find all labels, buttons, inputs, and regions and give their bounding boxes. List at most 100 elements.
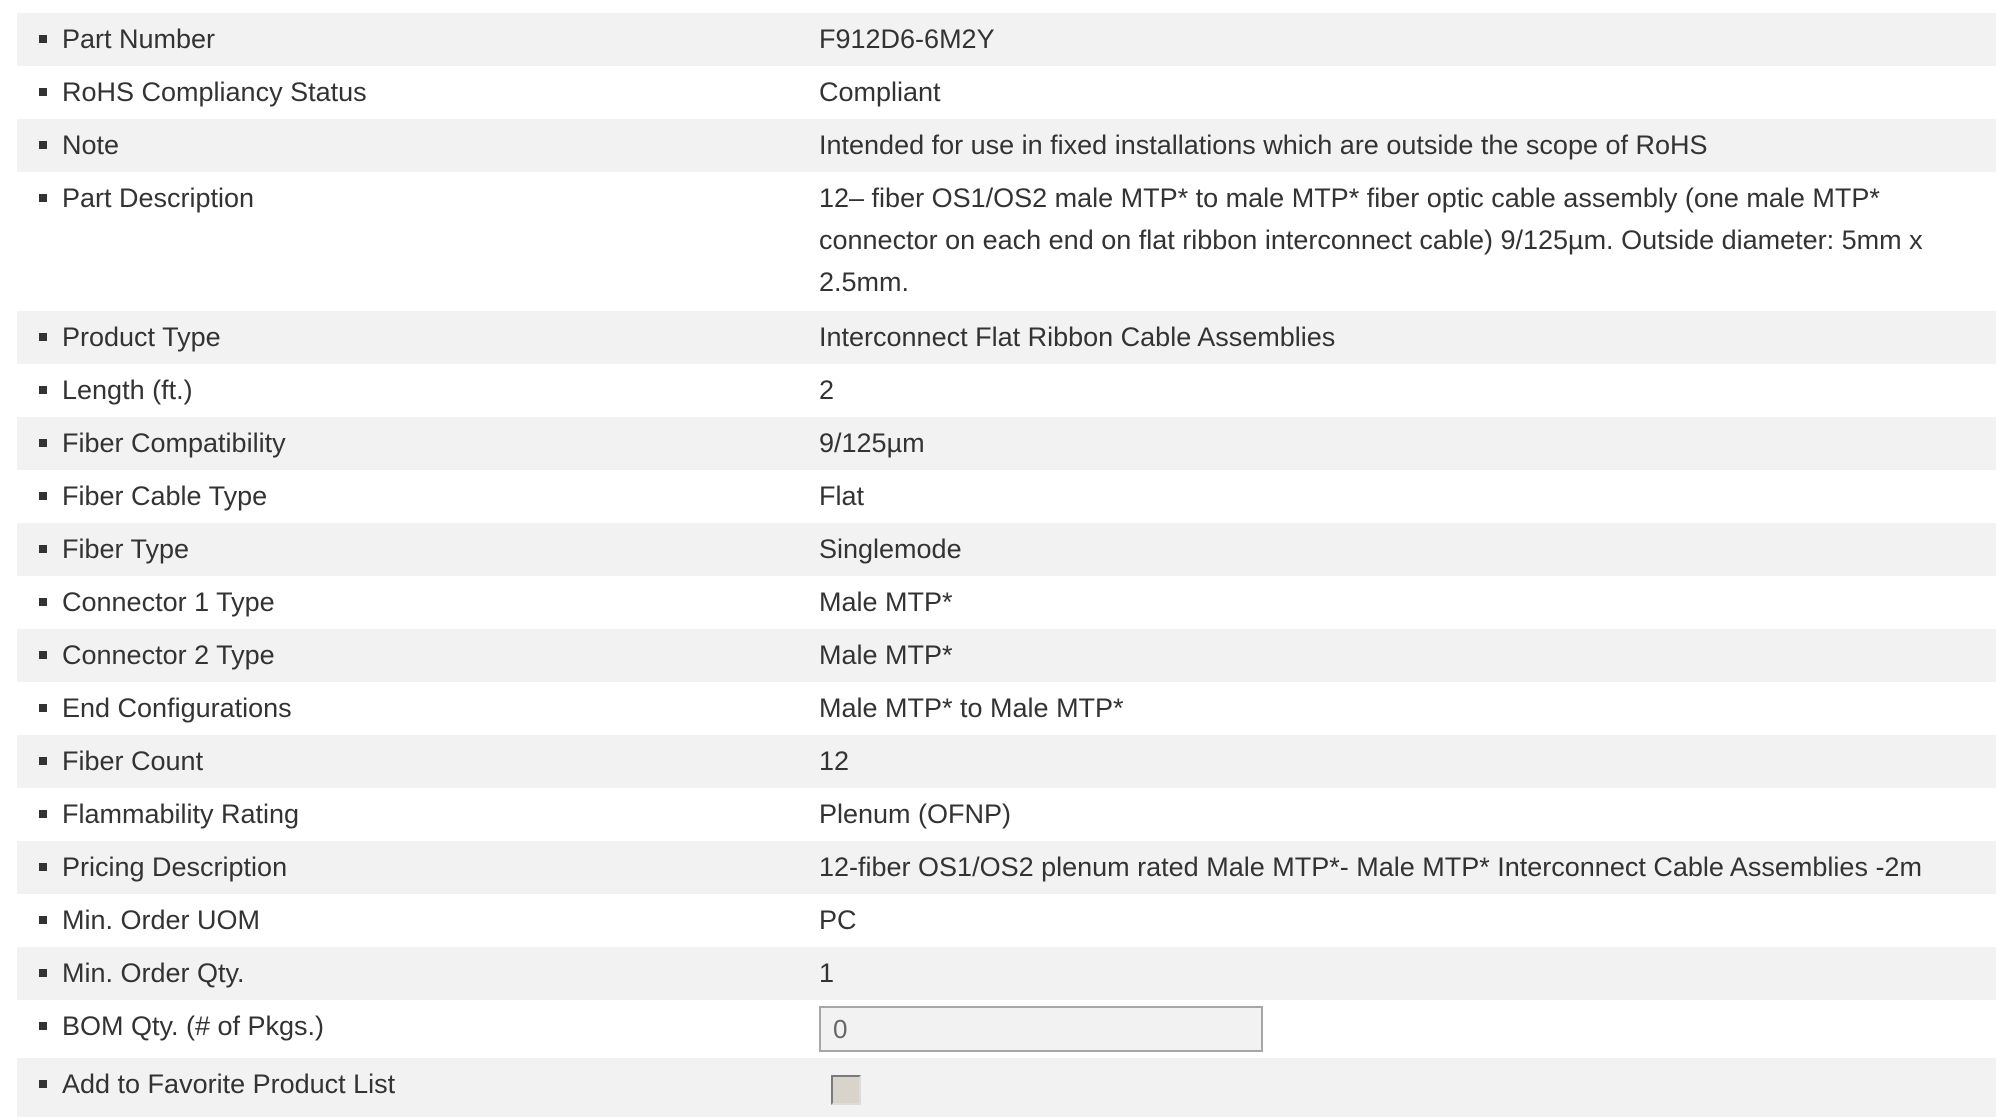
spec-label-cell: End Configurations <box>17 682 819 729</box>
spec-row-part-number: Part Number F912D6-6M2Y <box>17 13 1996 66</box>
bullet-icon <box>39 1080 47 1088</box>
bullet-icon <box>39 651 47 659</box>
spec-label: Add to Favorite Product List <box>62 1069 396 1099</box>
spec-row-pricing-description: Pricing Description 12-fiber OS1/OS2 ple… <box>17 841 1996 894</box>
spec-value: Compliant <box>819 77 941 107</box>
spec-value: Flat <box>819 481 865 511</box>
description-line: 2.5mm. <box>819 267 910 297</box>
spec-row-rohs-status: RoHS Compliancy Status Compliant <box>17 66 1996 119</box>
spec-label: Min. Order Qty. <box>62 958 245 988</box>
bullet-icon <box>39 598 47 606</box>
bullet-icon <box>39 492 47 500</box>
spec-value: Intended for use in fixed installations … <box>819 130 1708 160</box>
bullet-icon <box>39 333 47 341</box>
product-spec-table: Part Number F912D6-6M2Y RoHS Compliancy … <box>17 13 1996 1117</box>
spec-value: Singlemode <box>819 534 962 564</box>
spec-label: Note <box>62 130 120 160</box>
spec-value: Plenum (OFNP) <box>819 799 1012 829</box>
bullet-icon <box>39 545 47 553</box>
spec-row-fiber-compatibility: Fiber Compatibility 9/125µm <box>17 417 1996 470</box>
spec-label: Fiber Compatibility <box>62 428 286 458</box>
bullet-icon <box>39 141 47 149</box>
bullet-icon <box>39 969 47 977</box>
bullet-icon <box>39 88 47 96</box>
spec-value: Male MTP* <box>819 640 953 670</box>
spec-row-end-configurations: End Configurations Male MTP* to Male MTP… <box>17 682 1996 735</box>
description-line: 12– fiber OS1/OS2 male MTP* to male MTP*… <box>819 183 1880 213</box>
spec-label-cell: BOM Qty. (# of Pkgs.) <box>17 1000 819 1047</box>
spec-row-connector-1-type: Connector 1 Type Male MTP* <box>17 576 1996 629</box>
spec-label-cell: Part Number <box>17 13 819 60</box>
spec-row-fiber-type: Fiber Type Singlemode <box>17 523 1996 576</box>
spec-label-cell: Min. Order UOM <box>17 894 819 941</box>
spec-value: 12-fiber OS1/OS2 plenum rated Male MTP*-… <box>819 852 1922 882</box>
spec-label-cell: Min. Order Qty. <box>17 947 819 994</box>
bullet-icon <box>39 863 47 871</box>
spec-label-cell: Note <box>17 119 819 166</box>
add-favorite-checkbox[interactable] <box>831 1075 861 1105</box>
spec-label: Part Number <box>62 24 216 54</box>
spec-value: 2 <box>819 375 835 405</box>
bullet-icon <box>39 439 47 447</box>
spec-label: Flammability Rating <box>62 799 300 829</box>
spec-row-product-type: Product Type Interconnect Flat Ribbon Ca… <box>17 311 1996 364</box>
spec-row-part-description: Part Description 12– fiber OS1/OS2 male … <box>17 172 1996 311</box>
spec-value: PC <box>819 905 857 935</box>
spec-label-cell: Length (ft.) <box>17 364 819 411</box>
spec-value: Interconnect Flat Ribbon Cable Assemblie… <box>819 322 1336 352</box>
spec-label: Product Type <box>62 322 221 352</box>
spec-label-cell: Connector 1 Type <box>17 576 819 623</box>
spec-row-bom-qty: BOM Qty. (# of Pkgs.) <box>17 1000 1996 1058</box>
spec-label-cell: Connector 2 Type <box>17 629 819 676</box>
bullet-icon <box>39 704 47 712</box>
favorite-cell <box>819 1058 1996 1117</box>
spec-label-cell: Part Description <box>17 172 819 219</box>
bullet-icon <box>39 386 47 394</box>
spec-label-cell: Fiber Cable Type <box>17 470 819 517</box>
bullet-icon <box>39 757 47 765</box>
spec-label-cell: RoHS Compliancy Status <box>17 66 819 113</box>
spec-label: Connector 2 Type <box>62 640 275 670</box>
spec-row-min-order-qty: Min. Order Qty. 1 <box>17 947 1996 1000</box>
spec-label: Pricing Description <box>62 852 288 882</box>
spec-label-cell: Flammability Rating <box>17 788 819 835</box>
spec-label-cell: Pricing Description <box>17 841 819 888</box>
spec-label: BOM Qty. (# of Pkgs.) <box>62 1011 325 1041</box>
description-line: connector on each end on flat ribbon int… <box>819 225 1923 255</box>
spec-label: Fiber Count <box>62 746 204 776</box>
spec-row-length: Length (ft.) 2 <box>17 364 1996 417</box>
spec-row-connector-2-type: Connector 2 Type Male MTP* <box>17 629 1996 682</box>
spec-label: Connector 1 Type <box>62 587 275 617</box>
spec-value-multiline: 12– fiber OS1/OS2 male MTP* to male MTP*… <box>819 172 1996 303</box>
spec-row-fiber-cable-type: Fiber Cable Type Flat <box>17 470 1996 523</box>
spec-value: Male MTP* <box>819 587 953 617</box>
bullet-icon <box>39 194 47 202</box>
spec-row-note: Note Intended for use in fixed installat… <box>17 119 1996 172</box>
bullet-icon <box>39 810 47 818</box>
spec-label-cell: Fiber Count <box>17 735 819 782</box>
spec-label-cell: Fiber Type <box>17 523 819 570</box>
bullet-icon <box>39 35 47 43</box>
spec-value: 12 <box>819 746 850 776</box>
spec-row-add-favorite: Add to Favorite Product List <box>17 1058 1996 1117</box>
bom-qty-input[interactable] <box>819 1006 1263 1052</box>
spec-label: Fiber Cable Type <box>62 481 268 511</box>
spec-label: RoHS Compliancy Status <box>62 77 367 107</box>
spec-value: F912D6-6M2Y <box>819 24 995 54</box>
spec-label: Length (ft.) <box>62 375 193 405</box>
bullet-icon <box>39 1022 47 1030</box>
spec-label-cell: Product Type <box>17 311 819 358</box>
bullet-icon <box>39 916 47 924</box>
bom-qty-cell <box>819 1000 1996 1052</box>
spec-label-cell: Fiber Compatibility <box>17 417 819 464</box>
spec-row-fiber-count: Fiber Count 12 <box>17 735 1996 788</box>
spec-label: End Configurations <box>62 693 292 723</box>
spec-label-cell: Add to Favorite Product List <box>17 1058 819 1105</box>
spec-value: Male MTP* to Male MTP* <box>819 693 1124 723</box>
spec-value: 1 <box>819 958 835 988</box>
spec-row-flammability-rating: Flammability Rating Plenum (OFNP) <box>17 788 1996 841</box>
spec-label: Min. Order UOM <box>62 905 261 935</box>
spec-value: 9/125µm <box>819 428 925 458</box>
spec-label: Part Description <box>62 183 255 213</box>
spec-row-min-order-uom: Min. Order UOM PC <box>17 894 1996 947</box>
